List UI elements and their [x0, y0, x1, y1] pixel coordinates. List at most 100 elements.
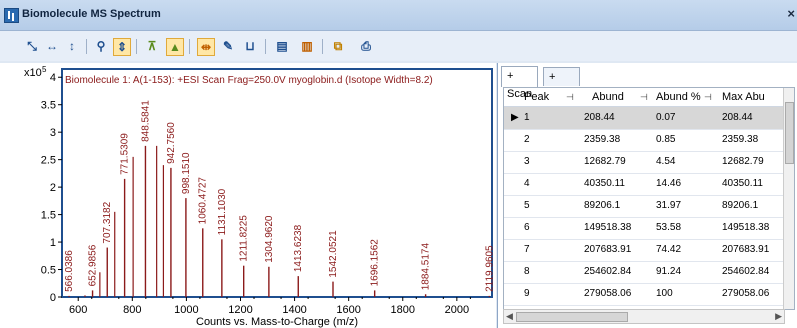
table-cell: 1: [524, 112, 530, 123]
table-cell: 0.07: [656, 112, 676, 123]
peak-label: 1211.8225: [239, 215, 250, 262]
table-cell: 149518.38: [722, 222, 770, 233]
x-tick-label: 1800: [391, 304, 415, 316]
peak-label: 848.5841: [140, 100, 151, 142]
peak-list-pane: + Scan + Scan Peak ⊣ Abund ⊣ Abund % ⊣ M…: [497, 63, 797, 328]
table-row[interactable]: 2 2359.38 0.85 2359.38: [504, 129, 786, 152]
x-tick-label: 1400: [282, 304, 306, 316]
table-cell: 207683.91: [584, 244, 632, 255]
y-tick-label: 1.5: [41, 210, 56, 222]
table-row[interactable]: 4 40350.11 14.46 40350.11: [504, 173, 786, 196]
y-tick-label: 3.5: [41, 100, 56, 112]
table-cell: 12682.79: [584, 156, 626, 167]
vertical-scrollbar[interactable]: [783, 88, 794, 309]
peak-up-icon[interactable]: ▲: [166, 38, 184, 56]
column-header-max-abund[interactable]: Max Abu: [722, 91, 765, 103]
bar-chart-icon[interactable]: ▥: [299, 38, 315, 54]
y-tick-label: 1: [50, 237, 56, 249]
x-tick-label: 1200: [228, 304, 252, 316]
y-tick-label: 3: [50, 127, 56, 139]
y-tick-label: 0: [50, 292, 56, 304]
y-tick-label: 0.5: [41, 265, 56, 277]
app-icon: [4, 8, 19, 23]
table-cell: 6: [524, 222, 530, 233]
x-tick-label: 600: [69, 304, 87, 316]
pin-icon[interactable]: ⊣: [704, 92, 712, 103]
tab-scan-2[interactable]: + Scan: [543, 67, 581, 101]
peak-label: 1884.5174: [421, 243, 432, 291]
toolbar-separator: [322, 39, 323, 54]
vertical-arrows-icon[interactable]: ↕: [64, 38, 80, 54]
print-icon[interactable]: ⎙: [358, 38, 374, 54]
toolbar-separator: [136, 39, 137, 54]
x-tick-label: 800: [123, 304, 141, 316]
window-title: Biomolecule MS Spectrum: [22, 8, 161, 20]
table-cell: 31.97: [656, 200, 682, 211]
peak-label: 566.0386: [64, 250, 75, 292]
copy-image-icon[interactable]: ⧉: [330, 38, 346, 54]
scrollbar-thumb[interactable]: [785, 102, 794, 164]
shrink-arrows-icon[interactable]: ⤡: [24, 38, 40, 54]
table-cell: 3: [524, 156, 530, 167]
table-row[interactable]: 9 279058.06 100 279058.06: [504, 283, 786, 306]
horizontal-scrollbar[interactable]: ◀ ▶: [503, 309, 785, 324]
table-cell: 2359.38: [722, 134, 759, 145]
peak-label: 1696.1562: [370, 239, 381, 287]
spectrum-chart[interactable]: 0 0.5 1 1.5 2 2.5 3 3.5 4 x10 5 600 800 1000 1200 1400 1…: [0, 63, 496, 328]
y-multiplier-label: x10: [24, 67, 42, 79]
chart-title: Biomolecule 1: A(1-153): +ESI Scan Frag=…: [65, 75, 433, 86]
peak-label: 771.5309: [120, 133, 131, 175]
table-row[interactable]: 8 254602.84 91.24 254602.84: [504, 261, 786, 284]
table-cell: 40350.11: [722, 178, 763, 189]
table-cell: 2359.38: [584, 134, 621, 145]
x-tick-label: 2000: [445, 304, 469, 316]
peak-label: 1060.4727: [198, 177, 209, 225]
peak-label: 1131.1030: [217, 188, 228, 235]
table-cell: 208.44: [722, 112, 753, 123]
table-cell: 89206.1: [584, 200, 621, 211]
table-cell: 2: [524, 134, 530, 145]
table-cell: 14.46: [656, 178, 682, 189]
scroll-left-icon[interactable]: ◀: [506, 311, 513, 322]
table-row[interactable]: 5 89206.1 31.97 89206.1: [504, 195, 786, 218]
table-row[interactable]: 7 207683.91 74.42 207683.91: [504, 239, 786, 262]
x-axis-label: Counts vs. Mass-to-Charge (m/z): [196, 316, 358, 328]
scrollbar-thumb[interactable]: [516, 312, 628, 322]
table-cell: 254602.84: [722, 266, 770, 277]
pin-icon[interactable]: ⊣: [566, 92, 574, 103]
column-header-abund[interactable]: Abund: [592, 91, 624, 103]
window-titlebar: Biomolecule MS Spectrum ×: [0, 0, 797, 31]
pencil-label-icon[interactable]: ✎: [220, 38, 236, 54]
table-row[interactable]: ▶ 1 208.44 0.07 208.44: [504, 107, 786, 130]
horizontal-arrows-icon[interactable]: ↔: [44, 38, 60, 54]
x-tick-label: 1000: [174, 304, 198, 316]
zoom-icon[interactable]: ⚲: [93, 38, 109, 54]
toolbar-separator: [189, 39, 190, 54]
table-row[interactable]: 6 149518.38 53.58 149518.38: [504, 217, 786, 240]
y-tick-label: 2: [50, 182, 56, 194]
peak-label-icon[interactable]: ⊼: [144, 38, 160, 54]
peak-label: 1304.9620: [264, 215, 275, 263]
close-icon[interactable]: ×: [787, 6, 795, 21]
table-cell: 89206.1: [722, 200, 759, 211]
tab-scan-1[interactable]: + Scan: [501, 66, 539, 100]
range-select-icon[interactable]: ⇹: [197, 38, 215, 56]
table-cell: 4.54: [656, 156, 676, 167]
table-header: Peak ⊣ Abund ⊣ Abund % ⊣ Max Abu: [504, 88, 794, 107]
table-cell: 149518.38: [584, 222, 632, 233]
notes-icon[interactable]: ▤: [274, 38, 290, 54]
baseline-icon[interactable]: ⊔: [242, 38, 258, 54]
table-cell: 12682.79: [722, 156, 764, 167]
table-cell: 279058.06: [722, 288, 770, 299]
column-header-abund-pct[interactable]: Abund %: [656, 91, 701, 103]
table-row[interactable]: 3 12682.79 4.54 12682.79: [504, 151, 786, 174]
toolbar-separator: [265, 39, 266, 54]
peak-label: 652.9856: [88, 244, 99, 286]
y-multiplier-exponent: 5: [42, 65, 47, 74]
scroll-right-icon[interactable]: ▶: [775, 311, 782, 322]
pin-icon[interactable]: ⊣: [640, 92, 648, 103]
table-cell: 4: [524, 178, 530, 189]
autoscale-y-icon[interactable]: ⇕: [113, 38, 131, 56]
table-cell: 5: [524, 200, 530, 211]
toolbar-separator: [86, 39, 87, 54]
